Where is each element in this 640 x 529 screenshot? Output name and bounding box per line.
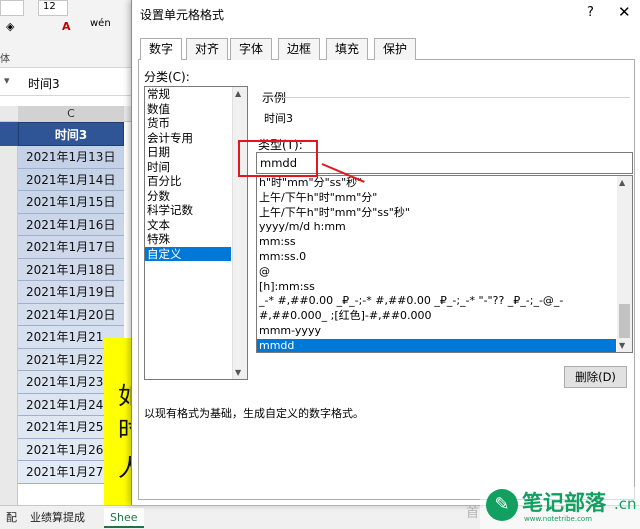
fill-color-icon[interactable]: ◈ [6, 20, 14, 33]
scroll-up-icon[interactable]: ▲ [235, 89, 241, 98]
dialog-tab[interactable]: 数字 [140, 38, 183, 61]
row-header-bar [0, 122, 18, 505]
namebox-arrow-icon[interactable]: ▾ [4, 74, 10, 87]
category-scrollbar[interactable]: ▲ ▼ [232, 87, 247, 379]
date-cell[interactable]: 2021年1月14日 [18, 168, 124, 191]
watermark-brand: 笔记部落 [522, 491, 606, 515]
ribbon-group-caption: 体 [0, 54, 10, 65]
delete-button[interactable]: 删除(D) [564, 366, 627, 388]
watermark-ghost-text: 首 [466, 506, 480, 521]
scroll-thumb[interactable] [619, 304, 630, 338]
format-item[interactable]: mmdd [257, 338, 616, 352]
header-cell[interactable]: 时间3 [18, 122, 124, 146]
date-cell[interactable]: 2021年1月19日 [18, 281, 124, 304]
format-item[interactable]: mmm-yyyy [257, 324, 632, 339]
format-item[interactable]: 上午/下午h"时"mm"分"ss"秒" [257, 206, 632, 221]
format-item[interactable]: mm:ss.0 [257, 250, 632, 265]
formula-input[interactable]: 时间3 [28, 75, 60, 92]
format-scrollbar[interactable]: ▲ ▼ [617, 176, 632, 352]
overlay-char: 时 [118, 416, 132, 444]
format-item[interactable]: yyyy/m/d h:mm [257, 220, 632, 235]
category-item[interactable]: 自定义 [145, 246, 231, 261]
help-note: 以现有格式为基础，生成自定义的数字格式。 [144, 407, 364, 420]
overlay-char: 人 [118, 454, 132, 482]
category-list[interactable]: ▲ ▼ 常规 数值 货币 会计专用 日期 时间 百分比 分数 科学记数 文本 特殊 自定义 [144, 86, 248, 380]
format-item[interactable]: 上午/下午h"时"mm"分" [257, 191, 632, 206]
scroll-down-icon[interactable]: ▼ [235, 368, 241, 377]
date-cell[interactable]: 2021年1月17日 [18, 236, 124, 259]
watermark-suffix: .cn [614, 495, 637, 513]
sample-value: 时间3 [264, 112, 293, 125]
format-item[interactable]: #,##0.000_ ;[红色]-#,##0.000 [257, 309, 632, 324]
header-left-cell [0, 122, 18, 146]
format-item[interactable]: @ [257, 265, 632, 280]
sheet-tab[interactable]: 业绩算提成 [24, 508, 91, 528]
date-cell[interactable]: 2021年1月16日 [18, 213, 124, 236]
overlay-char: 如 [118, 382, 132, 410]
date-cell[interactable]: 2021年1月20日 [18, 303, 124, 326]
font-size-box[interactable]: 12 [38, 0, 68, 16]
annotation-box [238, 140, 318, 177]
sample-divider [274, 97, 630, 98]
dialog-tab[interactable]: 保护 [374, 38, 417, 60]
dialog-tab[interactable]: 边框 [278, 38, 321, 60]
watermark-url: www.notetribe.com [524, 515, 593, 523]
dialog-tab[interactable]: 填充 [326, 38, 369, 60]
column-header-c[interactable]: C [18, 106, 124, 122]
format-cells-dialog: 设置单元格格式 ? ✕ 数字 对齐 字体 边框 填充 保护 分类(C): ▲ ▼ 常规 数值… [131, 0, 640, 505]
category-label: 分类(C): [144, 70, 190, 84]
date-cell[interactable]: 2021年1月13日 [18, 146, 124, 169]
format-item[interactable]: mm:ss [257, 235, 632, 250]
sheet-tab[interactable]: 配 [0, 508, 23, 528]
font-color-icon[interactable]: A [62, 20, 71, 33]
font-name-box[interactable] [0, 0, 24, 16]
dialog-tabs: 数字 对齐 字体 边框 填充 保护 [138, 38, 635, 61]
format-item[interactable]: h"时"mm"分"ss"秒" [257, 176, 632, 191]
scroll-up-icon[interactable]: ▲ [619, 178, 625, 187]
phonetic-icon[interactable]: wén [90, 18, 111, 29]
scroll-down-icon[interactable]: ▼ [619, 341, 625, 350]
yellow-textbox: 如时人 [104, 338, 132, 506]
dialog-tab[interactable]: 对齐 [186, 38, 229, 60]
format-list[interactable]: h"时"mm"分"ss"秒" 上午/下午h"时"mm"分" 上午/下午h"时"mm"… [256, 175, 633, 353]
dialog-title: 设置单元格格式 [140, 8, 225, 22]
format-item[interactable]: _-* #,##0.00 _₽_-;-* #,##0.00 _₽_-;_-* "… [257, 294, 632, 309]
sheet-tab[interactable]: Shee [104, 508, 144, 528]
date-cell[interactable]: 2021年1月18日 [18, 258, 124, 281]
date-cell[interactable]: 2021年1月15日 [18, 191, 124, 214]
watermark-logo-icon: ✎ [486, 489, 518, 521]
close-icon[interactable]: ✕ [618, 3, 631, 21]
help-icon[interactable]: ? [587, 5, 594, 20]
dialog-tab[interactable]: 字体 [230, 38, 273, 60]
format-item[interactable]: [h]:mm:ss [257, 280, 632, 295]
